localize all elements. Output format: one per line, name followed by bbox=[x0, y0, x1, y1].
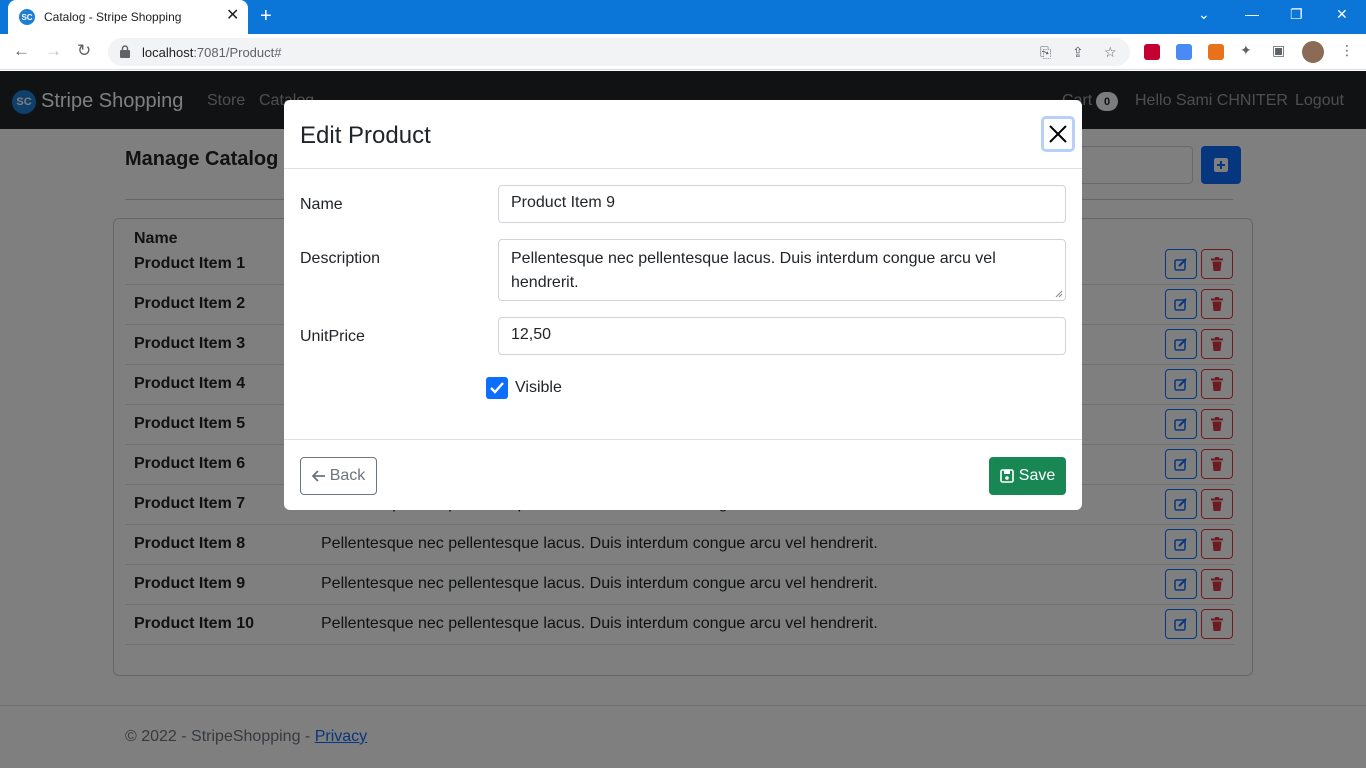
description-label: Description bbox=[300, 250, 381, 267]
name-field[interactable]: Product Item 9 bbox=[498, 185, 1066, 223]
lock-icon bbox=[120, 45, 130, 58]
back-button[interactable]: Back bbox=[300, 457, 377, 495]
save-label: Save bbox=[1018, 467, 1056, 484]
arrow-left-icon bbox=[311, 470, 325, 482]
unitprice-field[interactable]: 12,50 bbox=[498, 317, 1066, 355]
browser-tab-strip: SC Catalog - Stripe Shopping ✕ + ⌄ — ❐ ✕ bbox=[0, 0, 1366, 34]
favicon-icon: SC bbox=[19, 9, 35, 25]
edit-product-modal: Edit Product Name Product Item 9 Descrip… bbox=[284, 100, 1082, 510]
save-button[interactable]: Save bbox=[989, 457, 1066, 495]
modal-header: Edit Product bbox=[284, 100, 1082, 169]
unitprice-label: UnitPrice bbox=[300, 328, 365, 345]
back-label: Back bbox=[329, 467, 366, 484]
window-close-icon[interactable]: ✕ bbox=[1336, 6, 1348, 23]
checkmark-icon bbox=[490, 382, 504, 394]
browser-tab[interactable]: SC Catalog - Stripe Shopping ✕ bbox=[8, 0, 248, 34]
url-text: localhost:7081/Product# bbox=[142, 45, 282, 60]
side-panel-icon[interactable]: ▣ bbox=[1272, 42, 1285, 59]
restore-icon[interactable]: ❐ bbox=[1290, 6, 1303, 23]
description-field[interactable]: Pellentesque nec pellentesque lacus. Dui… bbox=[498, 239, 1066, 301]
menu-kebab-icon[interactable]: ⋮ bbox=[1340, 42, 1354, 59]
browser-toolbar: ← → ↻ localhost:7081/Product# ⎘ ⇪ ☆ ✦ ▣ … bbox=[0, 34, 1366, 70]
back-arrow-icon[interactable]: ← bbox=[13, 42, 30, 60]
profile-avatar[interactable] bbox=[1302, 41, 1324, 63]
modal-title: Edit Product bbox=[300, 122, 431, 149]
extension-icon[interactable] bbox=[1176, 44, 1192, 60]
translate-icon[interactable]: ⎘ bbox=[1040, 44, 1051, 61]
share-icon[interactable]: ⇪ bbox=[1072, 44, 1084, 61]
tab-title: Catalog - Stripe Shopping bbox=[44, 10, 182, 24]
tab-search-icon[interactable]: ⌄ bbox=[1198, 6, 1210, 23]
visible-checkbox[interactable] bbox=[486, 377, 508, 399]
forward-arrow-icon[interactable]: → bbox=[45, 42, 62, 60]
floppy-disk-icon bbox=[999, 469, 1014, 483]
tab-close-icon[interactable]: ✕ bbox=[226, 8, 239, 24]
resize-grip-icon[interactable] bbox=[1055, 290, 1063, 298]
new-tab-icon[interactable]: + bbox=[260, 6, 272, 26]
angular-extension-icon[interactable] bbox=[1144, 44, 1160, 60]
extension-icon[interactable] bbox=[1208, 44, 1224, 60]
modal-footer: Back Save bbox=[284, 439, 1082, 510]
reload-icon[interactable]: ↻ bbox=[77, 42, 91, 60]
minimize-icon[interactable]: — bbox=[1245, 6, 1259, 22]
address-bar[interactable]: localhost:7081/Product# ⎘ ⇪ ☆ bbox=[108, 38, 1130, 66]
bookmark-star-icon[interactable]: ☆ bbox=[1104, 44, 1117, 61]
name-label: Name bbox=[300, 196, 343, 213]
close-icon bbox=[1049, 125, 1067, 143]
modal-close-button[interactable] bbox=[1041, 116, 1075, 152]
puzzle-extensions-icon[interactable]: ✦ bbox=[1240, 42, 1252, 59]
visible-label: Visible bbox=[515, 379, 562, 396]
